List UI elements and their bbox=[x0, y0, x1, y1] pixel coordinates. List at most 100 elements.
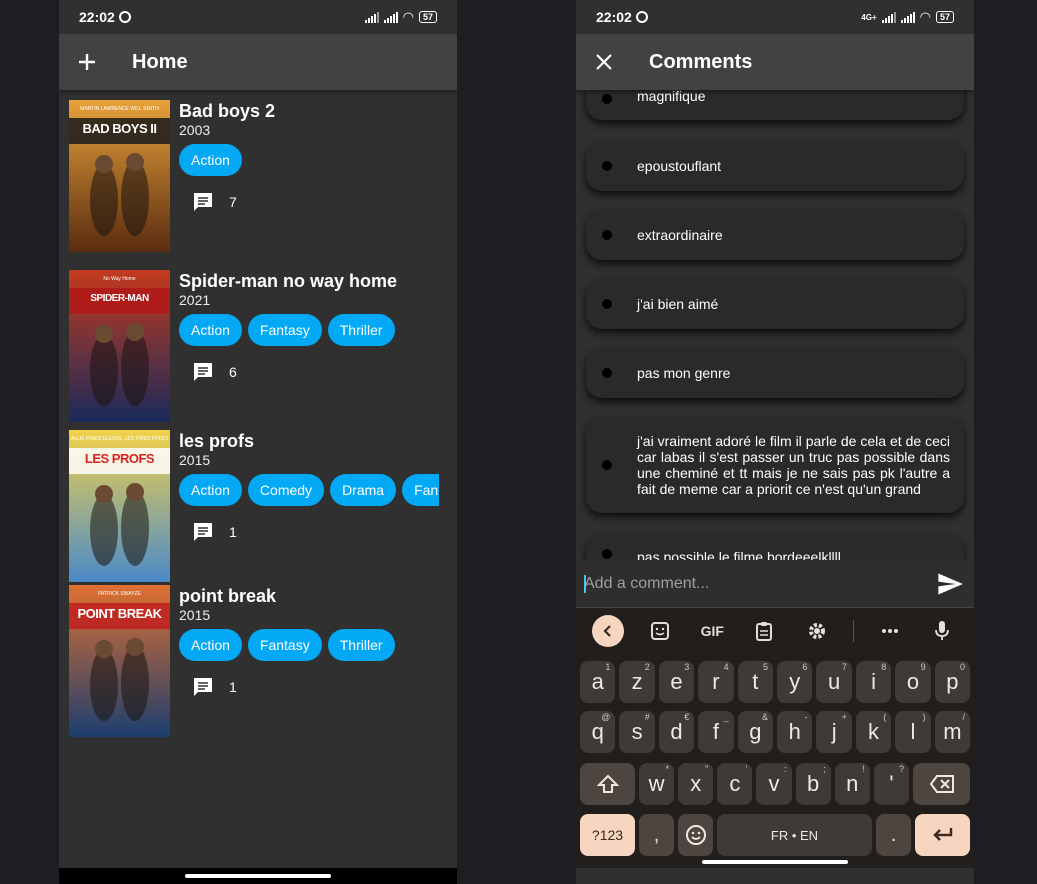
genre-chip[interactable]: Action bbox=[179, 629, 242, 661]
key-h[interactable]: h- bbox=[777, 711, 813, 753]
genre-chip[interactable]: Fantasy bbox=[247, 629, 322, 661]
symbols-key[interactable]: ?123 bbox=[580, 814, 635, 856]
key-t[interactable]: t5 bbox=[737, 661, 774, 703]
genre-chip[interactable]: Action bbox=[179, 474, 242, 506]
key-g[interactable]: g & bbox=[737, 711, 774, 753]
comments-count[interactable]: 1 bbox=[191, 675, 439, 699]
keyboard-row-4: ?123 , FR • EN . bbox=[576, 814, 974, 856]
key-r[interactable]: r4 bbox=[698, 661, 734, 703]
comments-count[interactable]: 7 bbox=[191, 190, 439, 214]
comment-card[interactable]: extraordinaire bbox=[586, 210, 964, 260]
key-apostrophe[interactable]: '? bbox=[873, 763, 909, 805]
key-secondary-label: ! bbox=[862, 764, 865, 774]
key-label: g bbox=[749, 719, 762, 744]
comments-count[interactable]: 1 bbox=[191, 520, 439, 544]
key-o[interactable]: o9 bbox=[895, 661, 931, 703]
key-v[interactable]: v: bbox=[756, 763, 792, 805]
key-secondary-label: + bbox=[841, 712, 847, 722]
key-a[interactable]: a1 bbox=[580, 661, 616, 703]
movie-card[interactable]: POINT BREAK PATRICK SWAYZE point break 2015… bbox=[69, 585, 449, 741]
genre-chip[interactable]: Thriller bbox=[327, 314, 395, 346]
comment-list[interactable]: magnifique epoustouflant extraordinaire j'a… bbox=[576, 90, 974, 560]
key-j[interactable]: j + bbox=[816, 711, 852, 753]
movie-card[interactable]: BAD BOYS II MARTIN LAWRENCE WILL SMITH Bad… bbox=[69, 100, 449, 256]
enter-key[interactable] bbox=[915, 814, 970, 856]
comments-screen: 22:02 4G+ ◠ 57 Comments magnifique epoust… bbox=[576, 0, 974, 884]
comma-key[interactable]: , bbox=[639, 814, 674, 856]
genre-chip[interactable]: Action bbox=[179, 144, 242, 176]
key-d[interactable]: d € bbox=[658, 711, 695, 753]
genre-chip[interactable]: Comedy bbox=[247, 474, 325, 506]
gif-button[interactable]: GIF bbox=[696, 615, 728, 647]
send-icon[interactable] bbox=[936, 570, 964, 598]
comment-card[interactable]: pas mon genre bbox=[586, 348, 964, 398]
key-z[interactable]: z2 bbox=[619, 661, 655, 703]
status-bar: 22:02 4G+ ◠ 57 bbox=[576, 0, 974, 34]
key-i[interactable]: i8 bbox=[855, 661, 892, 703]
key-b[interactable]: b; bbox=[795, 763, 831, 805]
movie-title: les profs bbox=[179, 431, 255, 451]
keyboard-row-1: a1z2e3r4t5y6u7i8o9p0 bbox=[576, 661, 974, 703]
movie-title: Spider-man no way home bbox=[179, 271, 398, 291]
movie-poster: LES PROFS ALLIE PIRES ÉLÈVES, LES PIRES P… bbox=[69, 430, 170, 582]
key-m[interactable]: m / bbox=[934, 711, 971, 753]
movie-poster: SPIDER-MAN No Way Home bbox=[69, 270, 170, 422]
key-label: e bbox=[670, 669, 683, 694]
key-e[interactable]: e3 bbox=[658, 661, 695, 703]
comment-card[interactable]: j'ai vraiment adoré le film il parle de … bbox=[586, 417, 964, 513]
key-q[interactable]: q @ bbox=[580, 711, 616, 753]
movie-poster: POINT BREAK PATRICK SWAYZE bbox=[69, 585, 170, 737]
app-bar: Comments bbox=[576, 34, 974, 90]
key-c[interactable]: c ' bbox=[717, 763, 753, 805]
poster-credit-art: ALLIE PIRES ÉLÈVES, LES PIRES PROFS bbox=[71, 436, 168, 442]
key-label: s bbox=[631, 719, 643, 744]
genre-chip[interactable]: Drama bbox=[330, 474, 397, 506]
key-y[interactable]: y6 bbox=[777, 661, 813, 703]
key-u[interactable]: u7 bbox=[816, 661, 852, 703]
key-n[interactable]: n! bbox=[834, 763, 870, 805]
microphone-icon[interactable] bbox=[926, 615, 958, 647]
gear-icon[interactable] bbox=[801, 615, 833, 647]
back-chevron-icon[interactable] bbox=[592, 615, 625, 647]
comment-card[interactable]: magnifique bbox=[586, 90, 964, 120]
comment-card[interactable]: pas possible le filme bordeeelkllll bbox=[586, 534, 964, 560]
home-indicator[interactable] bbox=[702, 860, 848, 864]
key-f[interactable]: f _ bbox=[698, 711, 734, 753]
comment-card[interactable]: epoustouflant bbox=[586, 141, 964, 191]
comments-count[interactable]: 6 bbox=[191, 360, 439, 384]
comment-avatar-icon bbox=[602, 230, 612, 240]
key-label: r bbox=[712, 669, 720, 694]
space-key[interactable]: FR • EN bbox=[717, 814, 872, 856]
close-icon[interactable] bbox=[576, 34, 632, 90]
movie-card[interactable]: SPIDER-MAN No Way Home Spider-man no way h… bbox=[69, 270, 449, 426]
genre-chip[interactable]: Action bbox=[179, 314, 242, 346]
period-key[interactable]: . bbox=[876, 814, 911, 856]
comment-text: j'ai bien aimé bbox=[637, 296, 719, 312]
sticker-icon[interactable] bbox=[644, 615, 676, 647]
key-label: v bbox=[768, 771, 780, 796]
home-indicator[interactable] bbox=[185, 874, 331, 878]
comment-input[interactable] bbox=[584, 574, 924, 593]
key-label: q bbox=[591, 719, 604, 744]
clipboard-icon[interactable] bbox=[748, 615, 780, 647]
key-w[interactable]: w * bbox=[639, 763, 675, 805]
key-l[interactable]: l) bbox=[895, 711, 931, 753]
key-x[interactable]: x " bbox=[678, 763, 714, 805]
shift-key[interactable] bbox=[580, 763, 635, 805]
key-s[interactable]: s # bbox=[619, 711, 655, 753]
movie-card[interactable]: LES PROFS ALLIE PIRES ÉLÈVES, LES PIRES P… bbox=[69, 430, 449, 586]
genre-chips: Action bbox=[179, 144, 439, 176]
backspace-key[interactable] bbox=[913, 763, 970, 805]
genre-chip[interactable]: Thriller bbox=[327, 629, 395, 661]
wifi-icon: ◠ bbox=[402, 9, 414, 24]
genre-chip[interactable]: Fantasy bbox=[247, 314, 322, 346]
genre-chip[interactable]: Fantasy bbox=[402, 474, 439, 506]
comment-card[interactable]: j'ai bien aimé bbox=[586, 279, 964, 329]
more-icon[interactable] bbox=[874, 615, 906, 647]
key-secondary-label: _ bbox=[723, 712, 729, 722]
emoji-key[interactable] bbox=[678, 814, 713, 856]
key-k[interactable]: k( bbox=[855, 711, 892, 753]
key-p[interactable]: p0 bbox=[934, 661, 971, 703]
plus-icon[interactable] bbox=[59, 34, 115, 90]
movie-year: 2015 bbox=[179, 607, 211, 623]
